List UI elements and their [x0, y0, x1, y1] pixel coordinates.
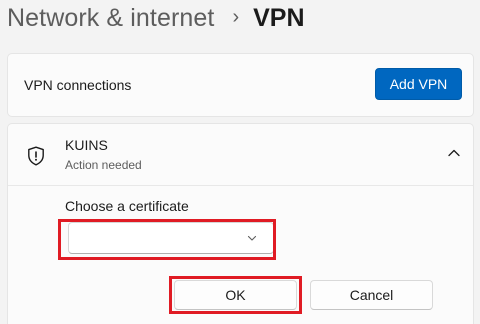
vpn-name: KUINS: [65, 137, 108, 153]
chevron-up-icon[interactable]: [447, 148, 461, 158]
vpn-status: Action needed: [65, 158, 142, 172]
cancel-button[interactable]: Cancel: [310, 280, 433, 310]
ok-button[interactable]: OK: [174, 280, 297, 310]
chevron-down-icon: [247, 235, 257, 241]
vpn-entry-header[interactable]: KUINS Action needed: [8, 124, 473, 186]
page-title: VPN: [253, 3, 305, 32]
add-vpn-button[interactable]: Add VPN: [375, 68, 462, 100]
vpn-connections-card: VPN connections Add VPN: [7, 53, 474, 117]
vpn-connections-label: VPN connections: [24, 77, 132, 93]
breadcrumb: Network & internet › VPN: [7, 0, 305, 36]
certificate-label: Choose a certificate: [65, 198, 189, 214]
breadcrumb-parent[interactable]: Network & internet: [7, 4, 214, 33]
certificate-select[interactable]: [68, 222, 274, 254]
shield-icon: [28, 146, 44, 166]
breadcrumb-separator-icon: ›: [232, 5, 240, 28]
